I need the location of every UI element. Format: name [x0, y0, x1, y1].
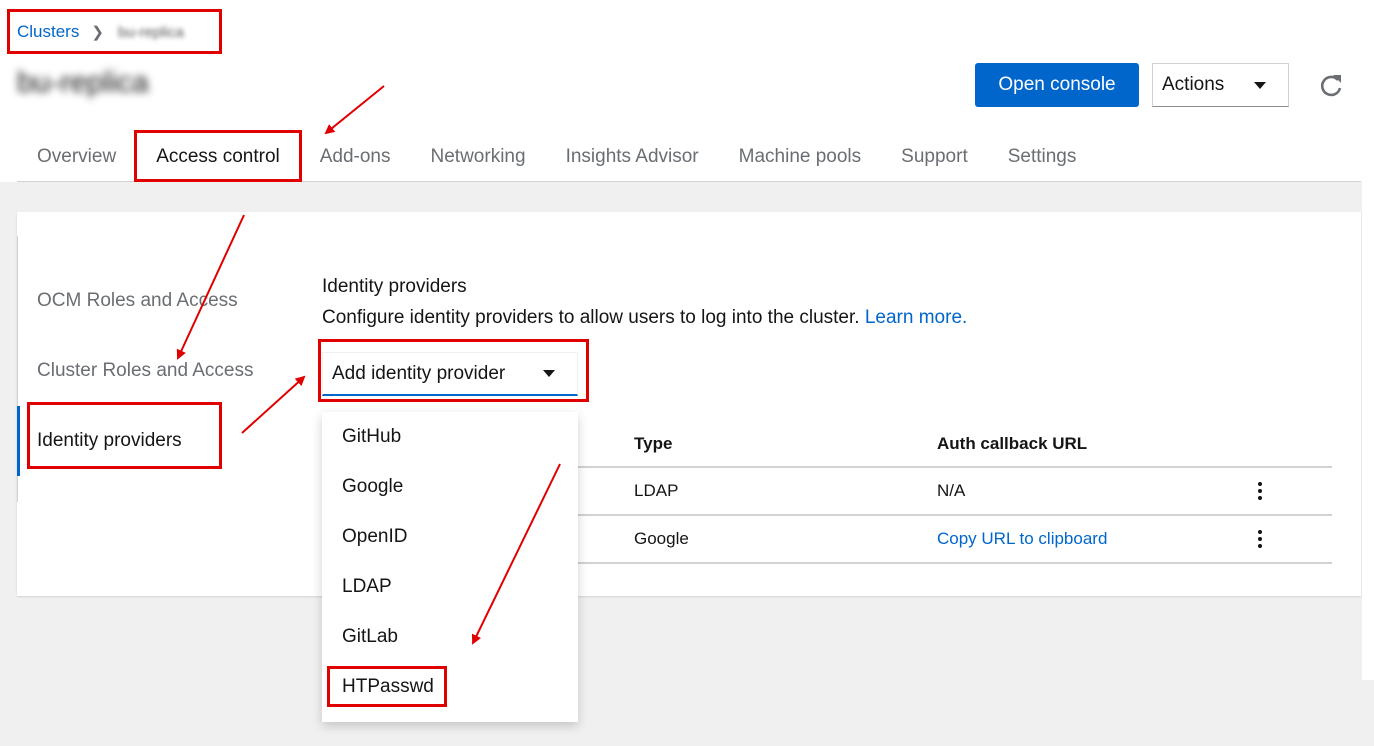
cell-type: LDAP — [634, 481, 679, 500]
actions-label: Actions — [1162, 74, 1225, 95]
access-control-card: OCM Roles and Access Cluster Roles and A… — [17, 212, 1361, 596]
page-header: Clusters ❯ bu-replica bu-replica Open co… — [0, 0, 1374, 182]
tab-add-ons[interactable]: Add-ons — [300, 133, 411, 181]
menu-item-ldap[interactable]: LDAP — [322, 562, 578, 612]
cell-url: N/A — [937, 481, 966, 500]
caret-down-icon — [1254, 81, 1266, 89]
page-title: bu-replica — [17, 66, 149, 99]
tab-bar: Overview Access control Add-ons Networki… — [17, 133, 1361, 182]
sidenav-item-identity-providers[interactable]: Identity providers — [17, 406, 297, 476]
add-identity-provider-dropdown[interactable]: Add identity provider — [322, 352, 578, 396]
sidenav-item-ocm-roles[interactable]: OCM Roles and Access — [17, 266, 297, 336]
kebab-menu-icon[interactable] — [1252, 527, 1268, 551]
kebab-menu-icon[interactable] — [1252, 479, 1268, 503]
tab-access-control[interactable]: Access control — [136, 133, 300, 182]
header-auth-callback-url: Auth callback URL — [937, 434, 1088, 453]
breadcrumb-clusters-link[interactable]: Clusters — [17, 22, 79, 42]
add-identity-provider-label: Add identity provider — [332, 362, 506, 384]
sidenav-item-cluster-roles[interactable]: Cluster Roles and Access — [17, 336, 297, 406]
menu-item-htpasswd[interactable]: HTPasswd — [322, 662, 578, 712]
section-description: Configure identity providers to allow us… — [322, 307, 967, 329]
tab-support[interactable]: Support — [881, 133, 988, 181]
access-control-sidenav: OCM Roles and Access Cluster Roles and A… — [17, 266, 297, 476]
actions-dropdown[interactable]: Actions — [1152, 63, 1289, 107]
tab-overview[interactable]: Overview — [17, 133, 136, 181]
caret-down-icon — [543, 370, 555, 377]
tab-settings[interactable]: Settings — [988, 133, 1097, 181]
breadcrumb-current: bu-replica — [117, 23, 184, 41]
chevron-right-icon: ❯ — [91, 24, 104, 41]
menu-item-google[interactable]: Google — [322, 462, 578, 512]
breadcrumb: Clusters ❯ bu-replica — [17, 21, 184, 43]
open-console-button[interactable]: Open console — [975, 63, 1139, 107]
identity-provider-menu: GitHub Google OpenID LDAP GitLab HTPassw… — [322, 412, 578, 722]
refresh-icon[interactable] — [1316, 71, 1346, 101]
menu-item-github[interactable]: GitHub — [322, 412, 578, 462]
header-type: Type — [634, 434, 673, 453]
learn-more-link[interactable]: Learn more. — [865, 307, 967, 328]
tab-networking[interactable]: Networking — [411, 133, 546, 181]
cell-type: Google — [634, 529, 689, 548]
menu-item-openid[interactable]: OpenID — [322, 512, 578, 562]
menu-item-gitlab[interactable]: GitLab — [322, 612, 578, 662]
tab-insights-advisor[interactable]: Insights Advisor — [546, 133, 719, 181]
description-text: Configure identity providers to allow us… — [322, 307, 860, 328]
copy-url-link[interactable]: Copy URL to clipboard — [937, 529, 1107, 549]
section-title: Identity providers — [322, 276, 467, 297]
page-edge — [1362, 0, 1374, 680]
tab-machine-pools[interactable]: Machine pools — [719, 133, 882, 181]
